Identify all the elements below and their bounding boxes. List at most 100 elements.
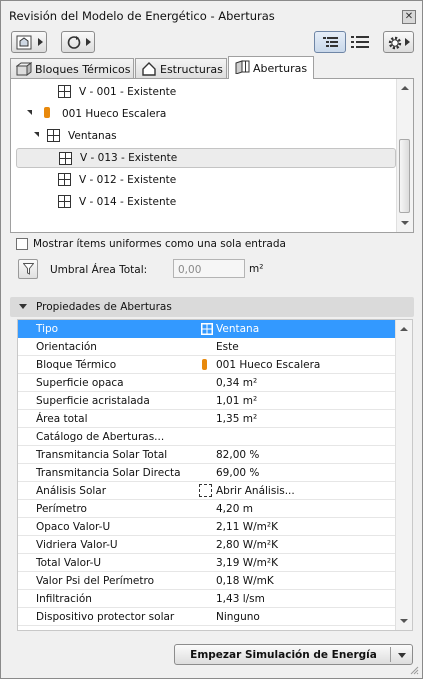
scroll-up-icon[interactable] xyxy=(401,86,409,90)
tree-list-icon xyxy=(323,37,338,47)
property-key: Catálogo de Aberturas... xyxy=(36,431,165,443)
property-row[interactable]: Infiltración 1,43 l/sm xyxy=(18,590,398,608)
property-row[interactable]: Perímetro 4,20 m xyxy=(18,500,398,518)
property-value: 001 Hueco Escalera xyxy=(216,359,321,371)
properties-scrollbar[interactable] xyxy=(395,320,412,630)
property-value: Ventana xyxy=(216,323,260,335)
property-key: Análisis Solar xyxy=(36,485,107,497)
property-value: 1,35 m² xyxy=(216,413,258,425)
scroll-down-icon[interactable] xyxy=(400,619,408,623)
window-icon xyxy=(59,152,72,165)
property-row[interactable]: Vidriera Valor-U 2,80 W/m²K xyxy=(18,536,398,554)
property-value: 0,34 m² xyxy=(216,377,258,389)
property-key: Valor Psi del Perímetro xyxy=(36,575,155,587)
property-row[interactable]: Superficie opaca 0,34 m² xyxy=(18,374,398,392)
dropdown-arrow-icon[interactable] xyxy=(398,653,406,658)
property-value: 3,19 W/m²K xyxy=(216,557,278,569)
property-row[interactable]: Análisis Solar Abrir Análisis... xyxy=(18,482,398,500)
property-key: Dispositivo protector solar xyxy=(36,611,175,623)
scroll-thumb[interactable] xyxy=(399,139,410,213)
thermal-block-orange-icon xyxy=(44,107,50,118)
refresh-icon xyxy=(67,36,81,49)
property-row[interactable]: Área total 1,35 m² xyxy=(18,410,398,428)
view-mode-button[interactable] xyxy=(11,31,47,53)
property-row[interactable]: Orientación Este xyxy=(18,338,398,356)
tree-row-label: V - 012 - Existente xyxy=(79,174,177,186)
collapse-triangle-icon[interactable] xyxy=(19,304,27,309)
start-energy-simulation-button[interactable]: Empezar Simulación de Energía xyxy=(174,644,413,665)
close-button[interactable]: ✕ xyxy=(402,10,416,24)
property-row[interactable]: Total Valor-U 3,19 W/m²K xyxy=(18,554,398,572)
button-separator xyxy=(390,647,391,662)
resize-grip-icon[interactable] xyxy=(409,665,419,675)
property-key: Superficie acristalada xyxy=(36,395,150,407)
property-key: Tipo xyxy=(36,323,59,335)
property-row[interactable]: Valor Psi del Perímetro 0,18 W/mK xyxy=(18,572,398,590)
property-key: Orientación xyxy=(36,341,97,353)
filter-button[interactable] xyxy=(18,259,38,279)
threshold-input[interactable] xyxy=(173,259,245,278)
dashed-box-icon[interactable] xyxy=(199,484,212,497)
window-icon xyxy=(201,323,213,335)
tree-scrollbar[interactable] xyxy=(396,79,413,232)
tab-aberturas[interactable]: Aberturas xyxy=(228,56,314,79)
threshold-label: Umbral Área Total: xyxy=(50,264,148,276)
tree-row[interactable]: V - 014 - Existente xyxy=(58,192,358,212)
list-icon xyxy=(351,36,369,48)
tab-bar: Bloques Térmicos Estructuras Aberturas xyxy=(10,56,414,79)
expanded-triangle-icon[interactable] xyxy=(27,110,32,115)
opening-icon xyxy=(235,60,250,74)
tree-row[interactable]: 001 Hueco Escalera xyxy=(27,104,327,124)
tab-estructuras[interactable]: Estructuras xyxy=(135,58,227,78)
opening-catalog-link[interactable]: Catálogo de Aberturas... xyxy=(18,428,398,446)
scroll-up-icon[interactable] xyxy=(400,327,408,331)
tree-row-label: 001 Hueco Escalera xyxy=(62,108,167,120)
property-value: 2,80 W/m²K xyxy=(216,539,278,551)
model-view-icon xyxy=(16,35,32,50)
window-icon xyxy=(58,173,71,186)
simulate-label: Empezar Simulación de Energía xyxy=(190,649,377,661)
open-analysis-link[interactable]: Abrir Análisis... xyxy=(216,485,295,497)
property-key: Vidriera Valor-U xyxy=(36,539,118,551)
tree-row-label: V - 001 - Existente xyxy=(79,86,177,98)
property-row[interactable]: Transmitancia Solar Directa 69,00 % xyxy=(18,464,398,482)
window-icon xyxy=(58,85,71,98)
tree-row[interactable]: Ventanas xyxy=(34,126,334,146)
flat-list-toggle[interactable] xyxy=(351,34,369,52)
title-bar: Revisión del Modelo de Energético - Aber… xyxy=(1,1,422,29)
window-icon xyxy=(58,195,71,208)
window-title: Revisión del Modelo de Energético - Aber… xyxy=(9,9,275,23)
property-key: Transmitancia Solar Directa xyxy=(36,467,181,479)
property-value: 0,18 W/mK xyxy=(216,575,274,587)
tree-row-selected[interactable]: V - 013 - Existente xyxy=(16,148,396,168)
tree-row[interactable]: V - 012 - Existente xyxy=(58,170,358,190)
window-icon xyxy=(47,129,60,142)
property-row[interactable]: Transmitancia Solar Total 82,00 % xyxy=(18,446,398,464)
thermal-block-icon xyxy=(16,62,32,76)
uniform-items-checkbox[interactable] xyxy=(16,238,28,250)
thermal-block-orange-icon xyxy=(202,359,207,370)
threshold-unit: m² xyxy=(249,263,264,275)
property-row[interactable]: Opaco Valor-U 2,11 W/m²K xyxy=(18,518,398,536)
tree-row[interactable]: V - 001 - Existente xyxy=(58,82,358,102)
property-key: Perímetro xyxy=(36,503,87,515)
property-row-tipo[interactable]: Tipo Ventana xyxy=(18,320,398,338)
list-view-toggle[interactable] xyxy=(314,31,346,53)
property-key: Infiltración xyxy=(36,593,92,605)
refresh-button[interactable] xyxy=(61,31,95,53)
expanded-triangle-icon[interactable] xyxy=(34,132,39,137)
tab-label: Aberturas xyxy=(253,62,308,75)
properties-header[interactable]: Propiedades de Aberturas xyxy=(10,297,414,317)
tab-label: Estructuras xyxy=(160,63,223,76)
gear-icon xyxy=(388,36,402,50)
tree-row-label: V - 014 - Existente xyxy=(79,196,177,208)
property-row[interactable]: Bloque Térmico 001 Hueco Escalera xyxy=(18,356,398,374)
settings-button[interactable] xyxy=(383,31,414,53)
property-key: Opaco Valor-U xyxy=(36,521,111,533)
property-row[interactable]: Dispositivo protector solar Ninguno xyxy=(18,608,398,626)
property-value: 1,43 l/sm xyxy=(216,593,265,605)
property-row[interactable]: Superficie acristalada 1,01 m² xyxy=(18,392,398,410)
tab-label: Bloques Térmicos xyxy=(35,63,131,76)
tab-bloques-termicos[interactable]: Bloques Térmicos xyxy=(10,58,134,78)
scroll-down-icon[interactable] xyxy=(401,221,409,225)
